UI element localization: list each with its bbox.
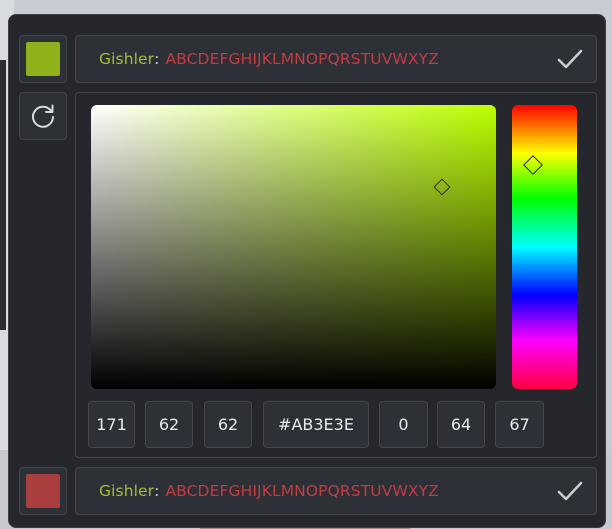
name-label: Gishler [99, 482, 155, 500]
selected-color-swatch-button[interactable] [19, 467, 67, 515]
saturation-value-area[interactable] [91, 105, 496, 389]
red-input[interactable]: 171 [88, 401, 135, 448]
alphabet-preview: ABCDEFGHIJKLMNOPQRSTUVWXYZ [165, 50, 439, 68]
green-input[interactable]: 62 [145, 401, 193, 448]
hue-slider[interactable] [512, 105, 577, 389]
name-label: Gishler [99, 50, 155, 68]
alphabet-preview: ABCDEFGHIJKLMNOPQRSTUVWXYZ [165, 482, 439, 500]
saturation-input[interactable]: 64 [437, 401, 485, 448]
check-icon[interactable] [557, 48, 583, 70]
blue-input[interactable]: 62 [204, 401, 252, 448]
name-colon: : [154, 50, 160, 68]
hue-input[interactable]: 0 [379, 401, 428, 448]
background-scene-shadow [0, 60, 6, 330]
current-color-swatch [26, 42, 60, 76]
selected-color-swatch [26, 474, 60, 508]
hex-input[interactable]: #AB3E3E [263, 401, 369, 448]
current-name-preview: Gishler: ABCDEFGHIJKLMNOPQRSTUVWXYZ [75, 35, 597, 83]
value-input[interactable]: 67 [495, 401, 544, 448]
current-color-swatch-button[interactable] [19, 35, 67, 83]
reset-button[interactable] [19, 92, 67, 140]
refresh-icon [32, 104, 54, 128]
selected-name-preview: Gishler: ABCDEFGHIJKLMNOPQRSTUVWXYZ [75, 467, 597, 515]
name-colon: : [154, 482, 160, 500]
check-icon[interactable] [557, 480, 583, 502]
